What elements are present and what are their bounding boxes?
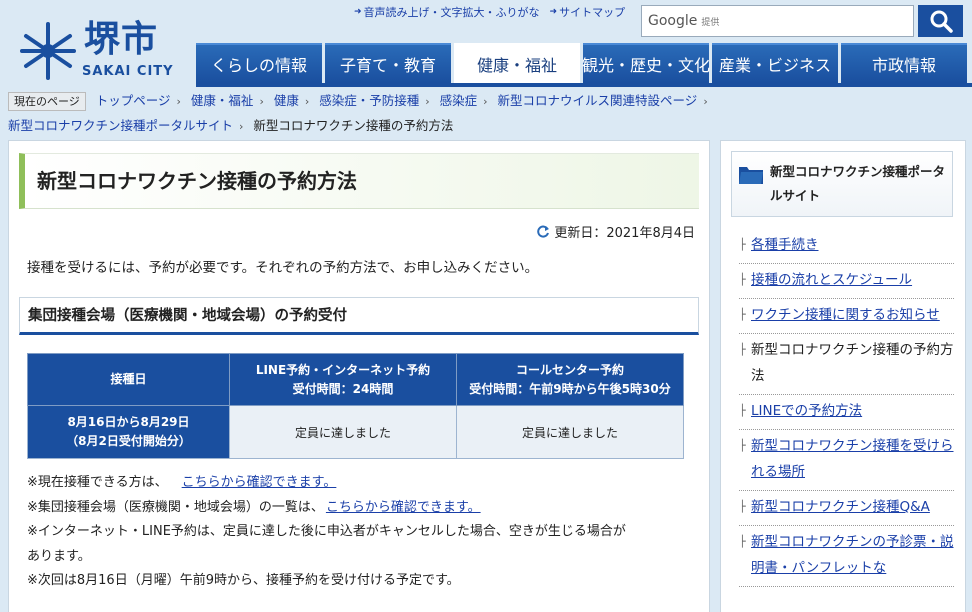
search-button[interactable] — [918, 5, 963, 37]
logo-subtext: SAKAI CITY — [82, 64, 174, 79]
arrow-right-icon: ➜ — [354, 7, 362, 17]
folder-icon — [739, 167, 763, 184]
table-header-line-internet: LINE予約・インターネット予約 受付時間：24時間 — [229, 353, 457, 406]
update-date: 更新日：2021年8月4日 — [536, 222, 695, 241]
note-text: ※現在接種できる方は、 — [27, 475, 168, 490]
note-item: ※インターネット・LINE予約は、定員に達した後に申込者がキャンセルした場合、空… — [27, 520, 707, 569]
breadcrumb-chevron-icon: › — [259, 95, 264, 108]
breadcrumb-link-vaccine-portal[interactable]: 新型コロナワクチン接種ポータルサイト — [8, 118, 233, 133]
sidebar-header: 新型コロナワクチン接種ポータルサイト — [731, 151, 953, 217]
breadcrumb-chevron-icon: › — [483, 95, 488, 108]
note-text: あります。 — [27, 548, 91, 564]
update-date-text: 更新日：2021年8月4日 — [554, 226, 695, 241]
site-logo[interactable]: 堺市 SAKAI CITY — [18, 19, 183, 86]
sidebar: 新型コロナワクチン接種ポータルサイト 各種手続き 接種の流れとスケジュール ワク… — [720, 140, 966, 612]
table-header-call-center-hours: 受付時間：午前9時から午後5時30分 — [469, 381, 671, 396]
sidebar-list: 各種手続き 接種の流れとスケジュール ワクチン接種に関するお知らせ 新型コロナワ… — [739, 229, 954, 587]
sitemap-link-label: サイトマップ — [559, 6, 626, 19]
nav-industry-business[interactable]: 産業・ビジネス — [712, 43, 838, 83]
breadcrumb-here-label: 現在のページ — [8, 92, 86, 111]
page-title: 新型コロナワクチン接種の予約方法 — [19, 153, 699, 209]
search-input[interactable]: Google 提供 — [641, 5, 914, 37]
site-header: 堺市 SAKAI CITY ➜ 音声読み上げ・文字拡大・ふりがな ➜ サイトマッ… — [0, 0, 972, 88]
logo-text: 堺市 — [84, 19, 159, 60]
accessibility-link[interactable]: ➜ 音声読み上げ・文字拡大・ふりがな — [354, 4, 540, 20]
breadcrumb-link-health-welfare[interactable]: 健康・福祉 — [191, 93, 254, 108]
breadcrumb-chevron-icon: › — [304, 95, 310, 108]
sidebar-item-notices: ワクチン接種に関するお知らせ — [739, 299, 954, 334]
sidebar-title: 新型コロナワクチン接種ポータルサイト — [770, 164, 946, 203]
note-item: ※現在接種できる方は、 こちらから確認できます。 — [27, 471, 707, 496]
breadcrumb-current: 新型コロナワクチン接種の予約方法 — [253, 118, 454, 133]
sidebar-link-faq[interactable]: 新型コロナワクチン接種Q&A — [751, 499, 930, 515]
nav-underline — [196, 83, 972, 87]
table-header-row: 接種日 LINE予約・インターネット予約 受付時間：24時間 コールセンター予約… — [27, 353, 684, 406]
provided-label: 提供 — [701, 17, 720, 28]
sidebar-link-procedures[interactable]: 各種手続き — [751, 237, 819, 253]
breadcrumb-link-infection-vaccination[interactable]: 感染症・予防接種 — [319, 93, 419, 108]
google-label: Google — [648, 13, 698, 29]
breadcrumb-chevron-icon: › — [176, 95, 181, 108]
sidebar-item-booking-method: 新型コロナワクチン接種の予約方法 — [739, 334, 954, 395]
breadcrumb-link-top[interactable]: トップページ — [96, 93, 171, 108]
table-row-date-note: （8月2日受付開始分） — [66, 434, 191, 448]
arrow-right-icon: ➜ — [549, 7, 558, 17]
intro-text: 接種を受けるには、予約が必要です。それぞれの予約方法で、お申し込みください。 — [27, 260, 539, 276]
sidebar-link-line-booking[interactable]: LINEでの予約方法 — [751, 403, 862, 419]
table-row-date: 8月16日から8月29日 （8月2日受付開始分） — [27, 405, 230, 459]
breadcrumb-chevron-icon: › — [703, 95, 708, 108]
note-text: ※次回は8月16日（月曜）午前9時から、接種予約を受け付ける予定です。 — [27, 573, 460, 588]
main-content: 新型コロナワクチン接種の予約方法 更新日：2021年8月4日 接種を受けるには、… — [8, 140, 710, 612]
nav-childcare-education[interactable]: 子育て・教育 — [325, 43, 451, 83]
breadcrumb-chevron-icon: › — [239, 120, 244, 133]
sidebar-item-procedures: 各種手続き — [739, 229, 954, 264]
nav-health-welfare[interactable]: 健康・福祉 — [454, 43, 580, 83]
breadcrumb: 現在のページ トップページ › 健康・福祉 › 健康 › 感染症・予防接種 › 感染症 ›… — [8, 89, 968, 139]
breadcrumb-link-infection[interactable]: 感染症 — [440, 93, 478, 108]
sidebar-link-documents[interactable]: 新型コロナワクチンの予診票・説明書・パンフレットな — [751, 534, 954, 576]
sidebar-item-documents: 新型コロナワクチンの予診票・説明書・パンフレットな — [739, 526, 954, 587]
breadcrumb-chevron-icon: › — [425, 95, 430, 108]
nav-living[interactable]: くらしの情報 — [196, 43, 322, 83]
refresh-icon — [537, 225, 550, 237]
booking-table: 接種日 LINE予約・インターネット予約 受付時間：24時間 コールセンター予約… — [27, 353, 684, 459]
utility-links: ➜ 音声読み上げ・文字拡大・ふりがな ➜ サイトマップ — [354, 4, 625, 20]
sidebar-item-flow-schedule: 接種の流れとスケジュール — [739, 264, 954, 299]
table-cell-call-center-status: 定員に達しました — [456, 405, 684, 459]
nav-tourism-history-culture[interactable]: 観光・歴史・文化 — [582, 43, 710, 83]
sidebar-item-venues: 新型コロナワクチン接種を受けられる場所 — [739, 430, 954, 491]
sidebar-current-booking-method: 新型コロナワクチン接種の予約方法 — [751, 342, 954, 384]
note-item: ※次回は8月16日（月曜）午前9時から、接種予約を受け付ける予定です。 — [27, 569, 707, 594]
sidebar-item-line-booking: LINEでの予約方法 — [739, 395, 954, 430]
table-header-call-center: コールセンター予約 受付時間：午前9時から午後5時30分 — [456, 353, 684, 406]
nav-city-government[interactable]: 市政情報 — [841, 43, 967, 83]
table-header-line-internet-title: LINE予約・インターネット予約 — [255, 362, 431, 377]
notes: ※現在接種できる方は、 こちらから確認できます。 ※集団接種会場（医療機関・地域会… — [27, 471, 707, 594]
section-heading: 集団接種会場（医療機関・地域会場）の予約受付 — [19, 297, 699, 335]
sidebar-item-faq: 新型コロナワクチン接種Q&A — [739, 491, 954, 526]
breadcrumb-link-health[interactable]: 健康 — [274, 93, 299, 108]
table-header-call-center-title: コールセンター予約 — [515, 362, 624, 377]
note-text: ※集団接種会場（医療機関・地域会場）の一覧は、 — [27, 499, 324, 515]
note-text: ※インターネット・LINE予約は、定員に達した後に申込者がキャンセルした場合、空… — [27, 524, 626, 539]
venue-list-link[interactable]: こちらから確認できます。 — [326, 500, 481, 515]
accessibility-link-label: 音声読み上げ・文字拡大・ふりがな — [363, 6, 540, 19]
magnifier-icon — [930, 10, 953, 33]
sidebar-link-notices[interactable]: ワクチン接種に関するお知らせ — [751, 307, 940, 323]
global-nav: くらしの情報 子育て・教育 健康・福祉 観光・歴史・文化 産業・ビジネス 市政情… — [196, 43, 967, 83]
sitemap-link[interactable]: ➜ サイトマップ — [550, 4, 626, 20]
note-item: ※集団接種会場（医療機関・地域会場）の一覧は、 こちらから確認できます。 — [27, 496, 707, 521]
table-row-date-range: 8月16日から8月29日 — [67, 415, 190, 429]
logo-mark-icon — [20, 22, 76, 80]
table-row: 8月16日から8月29日 （8月2日受付開始分） 定員に達しました 定員に達しま… — [27, 405, 684, 459]
sidebar-link-flow-schedule[interactable]: 接種の流れとスケジュール — [751, 272, 912, 288]
table-cell-line-internet-status: 定員に達しました — [229, 405, 457, 459]
eligibility-check-link[interactable]: こちらから確認できます。 — [182, 475, 337, 490]
table-header-line-internet-hours: 受付時間：24時間 — [292, 381, 394, 396]
breadcrumb-link-covid-special[interactable]: 新型コロナウイルス関連特設ページ — [498, 93, 698, 108]
site-search: Google 提供 — [641, 5, 963, 37]
table-header-date: 接種日 — [27, 353, 230, 406]
sidebar-link-venues[interactable]: 新型コロナワクチン接種を受けられる場所 — [751, 438, 954, 480]
